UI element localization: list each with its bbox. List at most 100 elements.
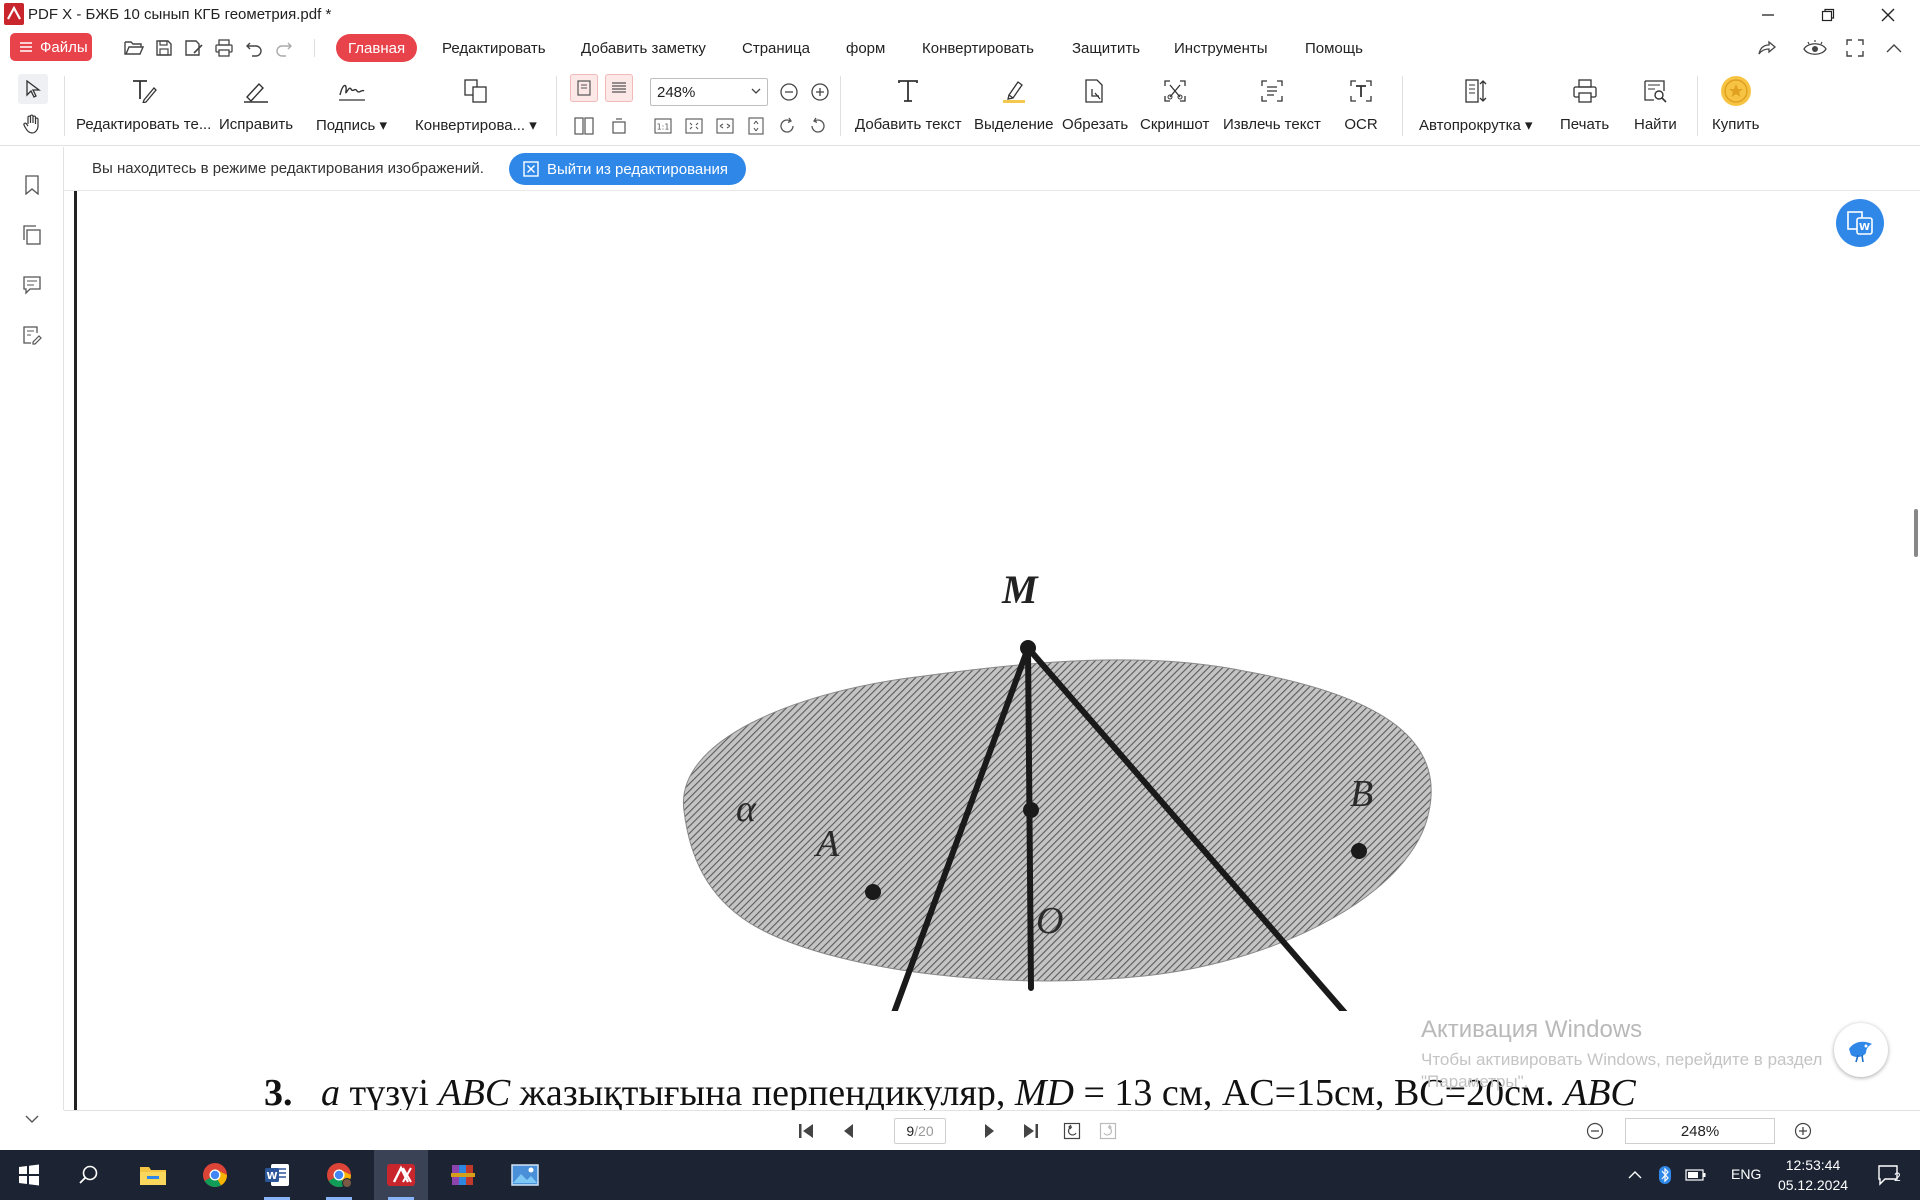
assistant-bird-icon [1849, 1041, 1872, 1063]
first-page-button[interactable] [794, 1119, 818, 1143]
convert-to-word-button[interactable]: W [1836, 199, 1884, 247]
tray-language[interactable]: ENG [1731, 1166, 1761, 1182]
zoom-in-button[interactable] [808, 80, 832, 104]
notifications-button[interactable]: 2 [1862, 1150, 1916, 1200]
single-page-view-button[interactable] [570, 74, 598, 102]
rotate-clockwise-button[interactable] [775, 114, 799, 138]
actual-size-button[interactable]: 1:1 [651, 114, 675, 138]
thumbnails-panel-button[interactable] [20, 223, 44, 247]
exit-editing-button[interactable]: Выйти из редактирования [509, 153, 747, 185]
fit-width-button[interactable] [713, 114, 737, 138]
highlight-tool[interactable]: Выделение [974, 74, 1053, 144]
fit-width-icon [716, 118, 734, 134]
fit-height-button[interactable] [744, 114, 768, 138]
zoom-out-button[interactable] [777, 80, 801, 104]
files-menu-button[interactable]: Файлы [10, 33, 92, 61]
last-page-button[interactable] [1019, 1119, 1043, 1143]
taskbar-photos[interactable] [498, 1150, 552, 1200]
next-view-button[interactable] [1096, 1119, 1120, 1143]
share-button[interactable] [1755, 36, 1779, 60]
tab-convert[interactable]: Конвертировать [910, 34, 1046, 62]
continuous-view-button[interactable] [605, 74, 633, 102]
hand-tool-button[interactable] [20, 112, 44, 136]
tray-bluetooth[interactable] [1650, 1150, 1680, 1200]
select-tool-button[interactable] [18, 74, 48, 104]
autoscroll-tool[interactable]: Автопрокрутка ▾ [1419, 74, 1533, 144]
ocr-tool[interactable]: OCR [1344, 74, 1378, 144]
taskbar-file-explorer[interactable] [126, 1150, 180, 1200]
sidebar-expand-button[interactable] [20, 1107, 44, 1131]
status-zoom-value[interactable]: 248% [1625, 1118, 1775, 1144]
tab-protect[interactable]: Защитить [1060, 34, 1152, 62]
close-window-button[interactable] [1860, 0, 1916, 30]
redo-button[interactable] [273, 37, 295, 59]
label-alpha: α [736, 788, 757, 830]
status-zoom-in-button[interactable] [1791, 1119, 1815, 1143]
folder-open-icon [124, 41, 144, 55]
tab-edit[interactable]: Редактировать [430, 34, 558, 62]
buy-tool[interactable]: Купить [1712, 74, 1759, 144]
screenshot-tool[interactable]: Скриншот [1140, 74, 1209, 144]
taskbar-chrome-profile[interactable] [312, 1150, 366, 1200]
signature-tool[interactable]: Подпись ▾ [316, 74, 387, 144]
open-file-button[interactable] [123, 37, 145, 59]
extract-text-tool[interactable]: Извлечь текст [1223, 74, 1321, 144]
print-quick-button[interactable] [213, 37, 235, 59]
tab-home[interactable]: Главная [336, 34, 418, 62]
comments-panel-button[interactable] [20, 273, 44, 297]
rotate-counterclockwise-button[interactable] [806, 114, 830, 138]
convert-tool[interactable]: Конвертирова... ▾ [415, 74, 537, 144]
tab-add-note[interactable]: Добавить заметку [569, 34, 718, 62]
save-as-button[interactable] [183, 37, 205, 59]
add-text-tool[interactable]: Добавить текст [855, 74, 962, 144]
bookmarks-panel-button[interactable] [20, 173, 44, 197]
forms-panel-button[interactable] [20, 323, 44, 347]
page-number-input[interactable]: 9/20 [894, 1118, 946, 1144]
vertical-scrollbar-thumb[interactable] [1914, 509, 1918, 557]
previous-page-button[interactable] [836, 1119, 860, 1143]
collapse-ribbon-button[interactable] [1882, 36, 1906, 60]
previous-view-button[interactable] [1060, 1119, 1084, 1143]
taskbar-search-button[interactable] [62, 1150, 116, 1200]
tab-page[interactable]: Страница [730, 34, 822, 62]
ribbon-separator [1697, 76, 1698, 136]
extract-text-icon [1255, 74, 1289, 108]
undo-button[interactable] [243, 37, 265, 59]
restore-button[interactable] [1800, 0, 1856, 30]
share-icon [1758, 40, 1777, 55]
zoom-combobox[interactable]: 248% [650, 78, 768, 106]
ai-assistant-button[interactable] [1834, 1023, 1888, 1077]
find-tool[interactable]: Найти [1634, 74, 1677, 144]
taskbar-chrome[interactable] [188, 1150, 242, 1200]
two-page-view-button[interactable] [572, 114, 596, 138]
left-sidebar [0, 147, 64, 1123]
document-viewport[interactable]: M O A B α W 3. a түзуі ABC жазықтығына п… [64, 191, 1920, 1110]
print-tool[interactable]: Печать [1560, 74, 1609, 144]
crop-tool[interactable]: Обрезать [1062, 74, 1128, 144]
tab-help[interactable]: Помощь [1293, 34, 1375, 62]
label-O: O [1036, 900, 1063, 942]
fix-tool[interactable]: Исправить [219, 74, 293, 144]
form-edit-icon [23, 326, 42, 345]
fit-page-button[interactable] [682, 114, 706, 138]
tray-clock[interactable]: 12:53:44 05.12.2024 [1776, 1155, 1850, 1195]
cover-view-button[interactable] [607, 114, 631, 138]
highlight-icon [997, 74, 1031, 108]
save-button[interactable] [153, 37, 175, 59]
tray-battery[interactable] [1680, 1150, 1712, 1200]
minimize-button[interactable] [1740, 0, 1796, 30]
start-button[interactable] [2, 1150, 56, 1200]
status-zoom-out-button[interactable] [1583, 1119, 1607, 1143]
taskbar-word[interactable]: W [250, 1150, 304, 1200]
taskbar-winrar[interactable] [436, 1150, 490, 1200]
zoom-out-icon [1586, 1122, 1604, 1140]
tab-forms[interactable]: форм [834, 34, 897, 62]
taskbar-pdfx[interactable] [374, 1150, 428, 1200]
next-page-button[interactable] [978, 1119, 1002, 1143]
edit-text-tool[interactable]: Редактировать те... [76, 74, 211, 144]
read-mode-button[interactable] [1803, 36, 1827, 60]
tab-tools[interactable]: Инструменты [1162, 34, 1280, 62]
fullscreen-button[interactable] [1843, 36, 1867, 60]
tray-show-hidden-button[interactable] [1620, 1150, 1650, 1200]
cursor-arrow-icon [26, 80, 41, 98]
